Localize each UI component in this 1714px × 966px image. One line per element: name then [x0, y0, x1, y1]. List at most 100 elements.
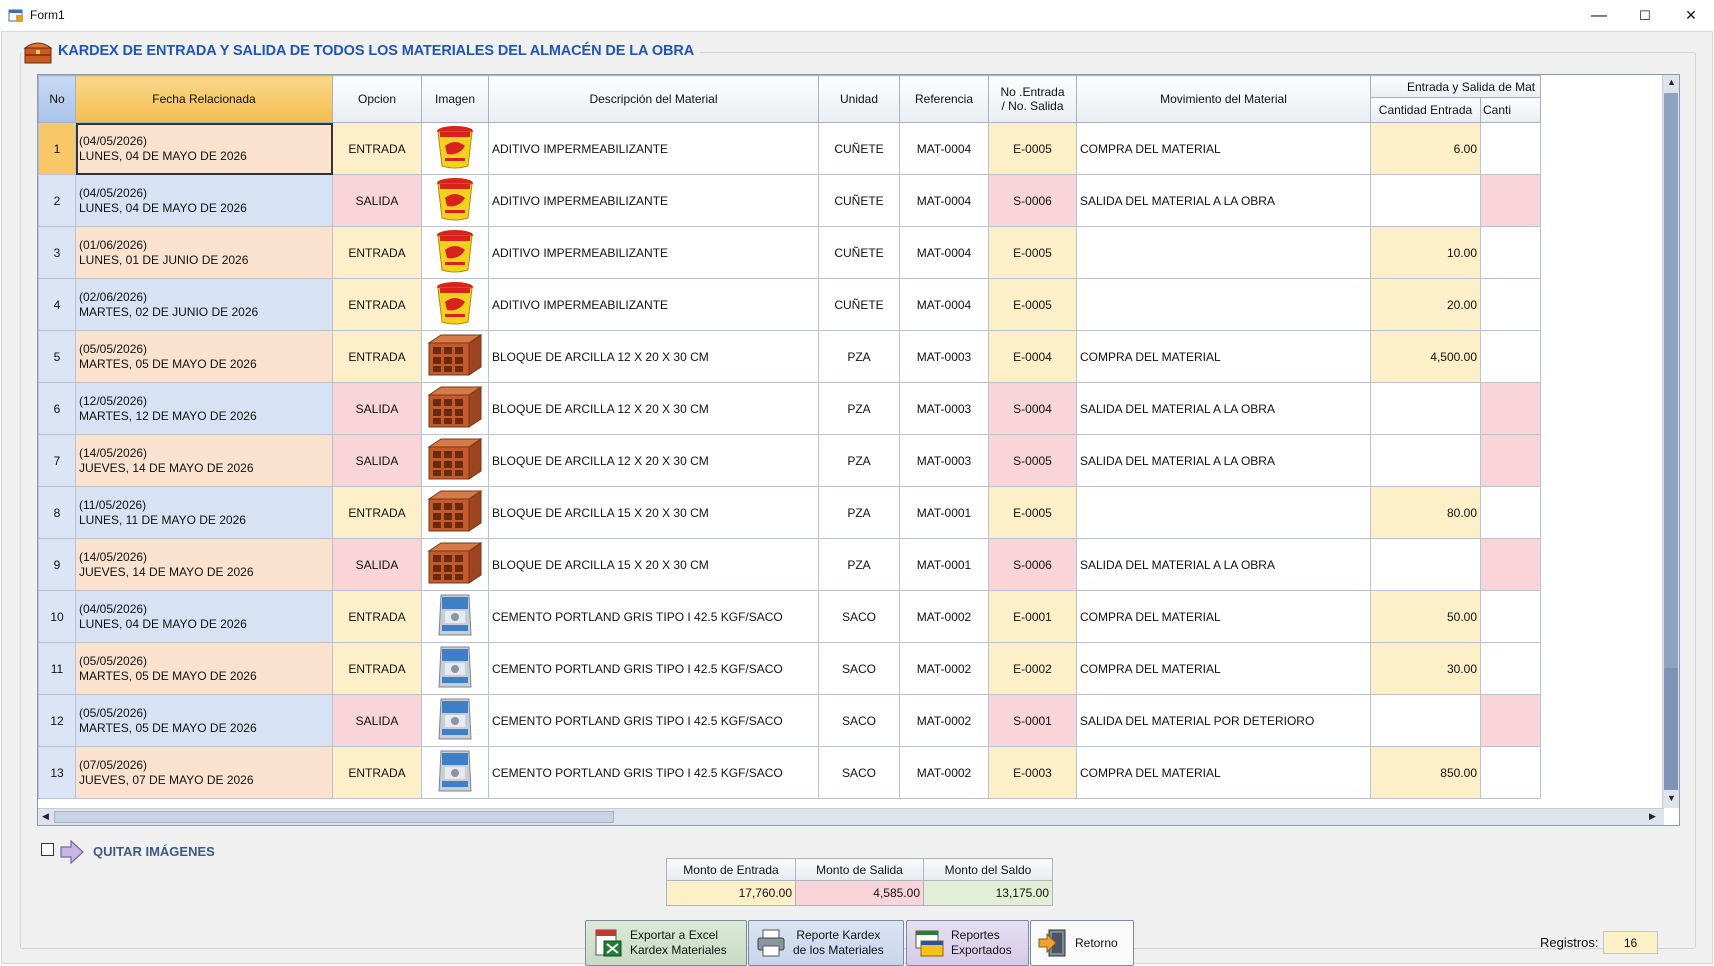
vertical-scrollbar[interactable]: ▲ ▼ — [1662, 75, 1679, 808]
movimiento-cell[interactable] — [1076, 226, 1371, 279]
unidad-cell[interactable]: CUÑETE — [818, 278, 900, 331]
unidad-cell[interactable]: PZA — [818, 382, 900, 435]
table-row[interactable]: 5 (05/05/2026) MARTES, 05 DE MAYO DE 2026 E… — [38, 330, 1541, 383]
column-header-cantidad-entrada[interactable]: Cantidad Entrada — [1370, 97, 1481, 123]
no-entrada-salida-cell[interactable]: E-0001 — [988, 590, 1077, 643]
descripcion-cell[interactable]: BLOQUE DE ARCILLA 12 X 20 X 30 CM — [488, 382, 819, 435]
table-row[interactable]: 11 (05/05/2026) MARTES, 05 DE MAYO DE 2026… — [38, 642, 1541, 695]
no-entrada-salida-cell[interactable]: E-0005 — [988, 226, 1077, 279]
cantidad-entrada-cell[interactable]: 50.00 — [1370, 590, 1481, 643]
scroll-down-arrow-icon[interactable]: ▼ — [1667, 793, 1676, 803]
no-entrada-salida-cell[interactable]: S-0001 — [988, 694, 1077, 747]
fecha-cell[interactable]: (05/05/2026) MARTES, 05 DE MAYO DE 2026 — [75, 330, 333, 383]
descripcion-cell[interactable]: ADITIVO IMPERMEABILIZANTE — [488, 226, 819, 279]
movimiento-cell[interactable]: SALIDA DEL MATERIAL A LA OBRA — [1076, 538, 1371, 591]
fecha-cell[interactable]: (02/06/2026) MARTES, 02 DE JUNIO DE 2026 — [75, 278, 333, 331]
unidad-cell[interactable]: SACO — [818, 746, 900, 799]
opcion-cell[interactable]: SALIDA — [332, 434, 422, 487]
opcion-cell[interactable]: ENTRADA — [332, 746, 422, 799]
column-header-unidad[interactable]: Unidad — [818, 75, 900, 123]
referencia-cell[interactable]: MAT-0003 — [899, 382, 989, 435]
material-image-cell[interactable] — [421, 590, 489, 643]
reportes-exportados-button[interactable]: Reportes Exportados — [906, 920, 1029, 966]
opcion-cell[interactable]: SALIDA — [332, 174, 422, 227]
cantidad-salida-cell[interactable] — [1480, 590, 1541, 643]
opcion-cell[interactable]: ENTRADA — [332, 278, 422, 331]
cantidad-salida-cell[interactable] — [1480, 226, 1541, 279]
referencia-cell[interactable]: MAT-0002 — [899, 590, 989, 643]
referencia-cell[interactable]: MAT-0004 — [899, 226, 989, 279]
cantidad-salida-cell[interactable] — [1480, 642, 1541, 695]
material-image-cell[interactable] — [421, 642, 489, 695]
movimiento-cell[interactable]: SALIDA DEL MATERIAL A LA OBRA — [1076, 174, 1371, 227]
cantidad-salida-cell[interactable] — [1480, 330, 1541, 383]
cantidad-entrada-cell[interactable]: 4,500.00 — [1370, 330, 1481, 383]
row-number[interactable]: 1 — [38, 122, 76, 175]
unidad-cell[interactable]: PZA — [818, 330, 900, 383]
opcion-cell[interactable]: ENTRADA — [332, 486, 422, 539]
referencia-cell[interactable]: MAT-0001 — [899, 538, 989, 591]
row-number[interactable]: 4 — [38, 278, 76, 331]
row-number[interactable]: 3 — [38, 226, 76, 279]
fecha-cell[interactable]: (04/05/2026) LUNES, 04 DE MAYO DE 2026 — [75, 590, 333, 643]
fecha-cell[interactable]: (04/05/2026) LUNES, 04 DE MAYO DE 2026 — [75, 122, 333, 175]
no-entrada-salida-cell[interactable]: E-0002 — [988, 642, 1077, 695]
scroll-right-arrow-icon[interactable]: ▶ — [1649, 811, 1656, 822]
descripcion-cell[interactable]: ADITIVO IMPERMEABILIZANTE — [488, 278, 819, 331]
no-entrada-salida-cell[interactable]: S-0006 — [988, 538, 1077, 591]
fecha-cell[interactable]: (05/05/2026) MARTES, 05 DE MAYO DE 2026 — [75, 694, 333, 747]
cantidad-entrada-cell[interactable] — [1370, 694, 1481, 747]
cantidad-salida-cell[interactable] — [1480, 694, 1541, 747]
unidad-cell[interactable]: PZA — [818, 434, 900, 487]
table-row[interactable]: 10 (04/05/2026) LUNES, 04 DE MAYO DE 2026 E… — [38, 590, 1541, 643]
material-image-cell[interactable] — [421, 122, 489, 175]
material-image-cell[interactable] — [421, 226, 489, 279]
material-image-cell[interactable] — [421, 434, 489, 487]
material-image-cell[interactable] — [421, 174, 489, 227]
minimize-button[interactable]: — — [1576, 0, 1622, 31]
row-number[interactable]: 8 — [38, 486, 76, 539]
no-entrada-salida-cell[interactable]: S-0005 — [988, 434, 1077, 487]
referencia-cell[interactable]: MAT-0002 — [899, 642, 989, 695]
opcion-cell[interactable]: ENTRADA — [332, 642, 422, 695]
column-header-fecha[interactable]: Fecha Relacionada — [75, 75, 333, 123]
material-image-cell[interactable] — [421, 486, 489, 539]
referencia-cell[interactable]: MAT-0003 — [899, 434, 989, 487]
movimiento-cell[interactable]: COMPRA DEL MATERIAL — [1076, 590, 1371, 643]
referencia-cell[interactable]: MAT-0004 — [899, 174, 989, 227]
referencia-cell[interactable]: MAT-0004 — [899, 278, 989, 331]
fecha-cell[interactable]: (11/05/2026) LUNES, 11 DE MAYO DE 2026 — [75, 486, 333, 539]
cantidad-entrada-cell[interactable]: 30.00 — [1370, 642, 1481, 695]
cantidad-entrada-cell[interactable] — [1370, 434, 1481, 487]
no-entrada-salida-cell[interactable]: E-0004 — [988, 330, 1077, 383]
cantidad-entrada-cell[interactable] — [1370, 538, 1481, 591]
referencia-cell[interactable]: MAT-0002 — [899, 694, 989, 747]
cantidad-entrada-cell[interactable] — [1370, 174, 1481, 227]
unidad-cell[interactable]: PZA — [818, 486, 900, 539]
exportar-excel-button[interactable]: Exportar a Excel Kardex Materiales — [585, 920, 747, 966]
referencia-cell[interactable]: MAT-0004 — [899, 122, 989, 175]
row-number[interactable]: 2 — [38, 174, 76, 227]
row-number[interactable]: 7 — [38, 434, 76, 487]
table-row[interactable]: 9 (14/05/2026) JUEVES, 14 DE MAYO DE 2026 S… — [38, 538, 1541, 591]
retorno-button[interactable]: Retorno — [1030, 920, 1134, 966]
descripcion-cell[interactable]: CEMENTO PORTLAND GRIS TIPO I 42.5 KGF/SA… — [488, 642, 819, 695]
material-image-cell[interactable] — [421, 538, 489, 591]
cantidad-entrada-cell[interactable]: 6.00 — [1370, 122, 1481, 175]
referencia-cell[interactable]: MAT-0003 — [899, 330, 989, 383]
fecha-cell[interactable]: (07/05/2026) JUEVES, 07 DE MAYO DE 2026 — [75, 746, 333, 799]
table-row[interactable]: 1 (04/05/2026) LUNES, 04 DE MAYO DE 2026 EN… — [38, 122, 1541, 175]
descripcion-cell[interactable]: CEMENTO PORTLAND GRIS TIPO I 42.5 KGF/SA… — [488, 694, 819, 747]
unidad-cell[interactable]: SACO — [818, 642, 900, 695]
row-number[interactable]: 9 — [38, 538, 76, 591]
movimiento-cell[interactable]: COMPRA DEL MATERIAL — [1076, 122, 1371, 175]
fecha-cell[interactable]: (12/05/2026) MARTES, 12 DE MAYO DE 2026 — [75, 382, 333, 435]
referencia-cell[interactable]: MAT-0001 — [899, 486, 989, 539]
movimiento-cell[interactable]: SALIDA DEL MATERIAL A LA OBRA — [1076, 434, 1371, 487]
opcion-cell[interactable]: ENTRADA — [332, 226, 422, 279]
quitar-imagenes-label[interactable]: QUITAR IMÁGENES — [93, 844, 215, 859]
cantidad-salida-cell[interactable] — [1480, 122, 1541, 175]
column-header-cantidad-salida[interactable]: Canti — [1480, 97, 1541, 123]
material-image-cell[interactable] — [421, 382, 489, 435]
opcion-cell[interactable]: SALIDA — [332, 382, 422, 435]
